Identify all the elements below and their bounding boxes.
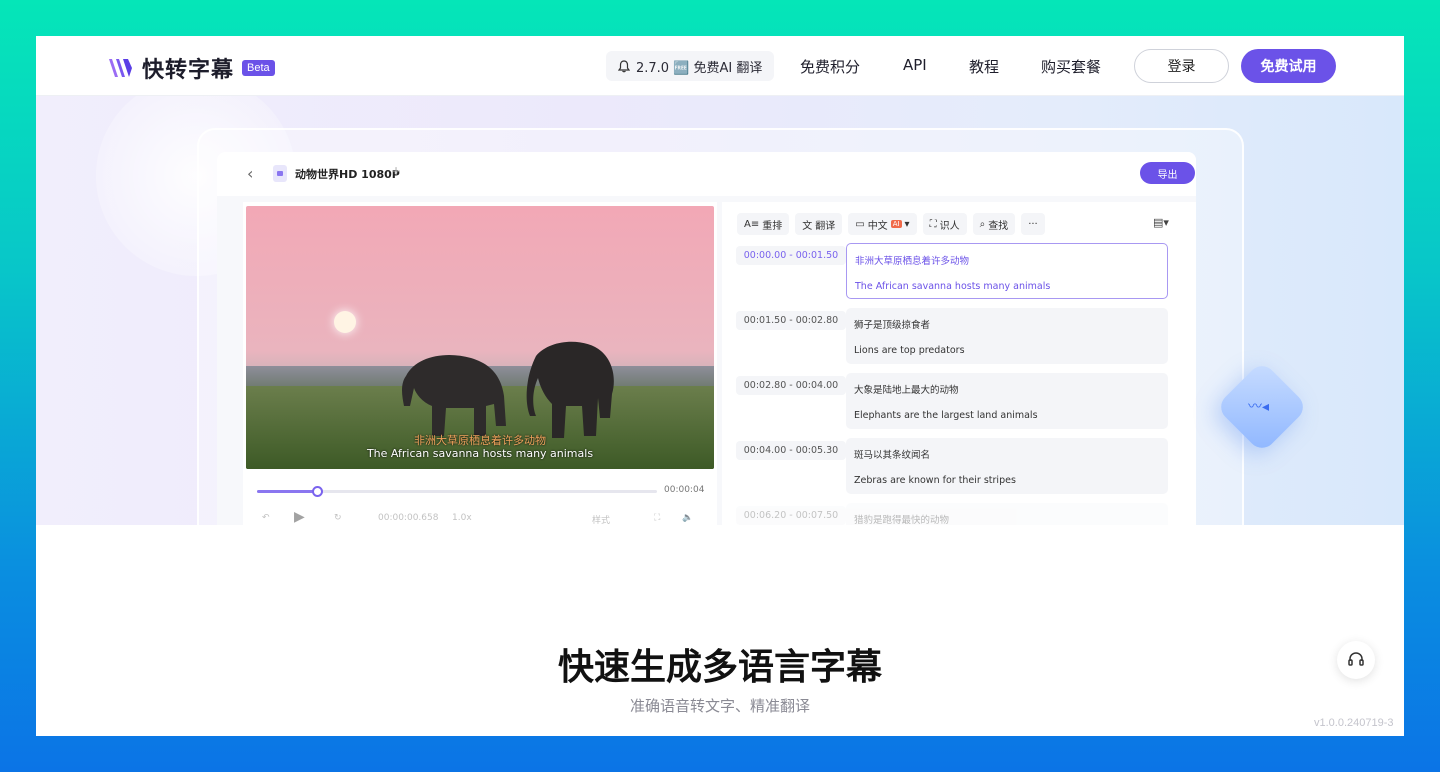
- reflow-icon: A≡: [744, 218, 760, 230]
- speaker-id-label: 识人: [939, 220, 960, 232]
- speed-select[interactable]: 1.0x: [452, 513, 472, 523]
- language-label: 中文: [867, 220, 888, 232]
- nav-link-tutorial[interactable]: 教程: [969, 56, 999, 77]
- translate-icon: 文: [802, 220, 813, 232]
- nav-link-pricing[interactable]: 购买套餐: [1041, 56, 1101, 77]
- release-notice[interactable]: 2.7.0 🆓 免费AI 翻译: [606, 51, 775, 81]
- translate-button[interactable]: 文翻译: [795, 213, 843, 235]
- play-icon[interactable]: ▶: [294, 509, 305, 525]
- segment-text[interactable]: 狮子是顶级掠食者 Lions are top predators: [846, 308, 1168, 364]
- nav-link-api[interactable]: API: [903, 56, 927, 74]
- undo-icon[interactable]: ↶: [262, 513, 270, 523]
- more-button[interactable]: ···: [1021, 213, 1045, 235]
- top-nav: 快转字幕 Beta 2.7.0 🆓 免费AI 翻译 免费积分 API 教程 购买…: [36, 36, 1404, 96]
- brand-name: 快转字幕: [142, 58, 235, 83]
- progress-knob[interactable]: [312, 486, 323, 497]
- fullscreen-icon[interactable]: ⛶: [654, 513, 660, 523]
- subtitle-icon: ▭: [855, 218, 865, 230]
- segment-cn: 大象是陆地上最大的动物: [854, 385, 959, 396]
- redo-icon[interactable]: ↻: [334, 513, 342, 523]
- wave-icon: 〰◂: [1248, 399, 1270, 415]
- release-text: 2.7.0 🆓 免费AI 翻译: [636, 60, 763, 76]
- beta-badge: Beta: [242, 60, 275, 76]
- headset-icon: [1348, 652, 1364, 666]
- subtitle-toolbar: A≡ 重排 文翻译 ▭ 中文 AI ▾ ⛶ 识人 ⌕ 查找 ···: [737, 213, 1045, 235]
- segment-cn: 狮子是顶级掠食者: [854, 320, 931, 331]
- search-button[interactable]: ⌕ 查找: [972, 213, 1016, 235]
- back-icon[interactable]: ‹: [247, 164, 253, 183]
- translate-label: 翻译: [815, 220, 836, 232]
- login-button[interactable]: 登录: [1134, 49, 1229, 83]
- video-subtitle-en: The African savanna hosts many animals: [366, 447, 594, 460]
- segment-time[interactable]: 00:04.00 - 00:05.30: [736, 441, 846, 460]
- segment-time[interactable]: 00:06.20 - 00:07.50: [736, 506, 846, 525]
- search-label: 查找: [988, 220, 1009, 232]
- segment-en: Zebras are known for their stripes: [854, 475, 1016, 486]
- page-headline: 快速生成多语言字幕: [557, 647, 882, 688]
- video-total-time: 00:00:04: [664, 485, 705, 495]
- reflow-label: 重排: [762, 220, 783, 232]
- free-trial-button[interactable]: 免费试用: [1241, 49, 1336, 83]
- segment-text[interactable]: 大象是陆地上最大的动物 Elephants are the largest la…: [846, 373, 1168, 429]
- page-subline: 准确语音转文字、精准翻译: [629, 697, 810, 715]
- segment-cn: 猎豹是跑得最快的动物: [854, 515, 950, 525]
- version-label: v1.0.0.240719-3: [1314, 717, 1394, 729]
- bell-icon: [618, 59, 630, 72]
- plus-icon[interactable]: +: [391, 164, 401, 178]
- style-button[interactable]: 样式: [592, 513, 610, 525]
- more-icon: ···: [1028, 218, 1038, 230]
- current-time: 00:00:00.658: [378, 513, 439, 523]
- video-subtitle-cn: 非洲大草原栖息着许多动物: [414, 434, 546, 447]
- file-title: 动物世界HD 1080P: [295, 168, 400, 181]
- video-file-icon: [273, 165, 287, 182]
- segment-en: The African savanna hosts many animals: [855, 281, 1051, 292]
- segment-cn: 斑马以其条纹闻名: [854, 450, 931, 461]
- segment-text[interactable]: 非洲大草原栖息着许多动物 The African savanna hosts m…: [846, 243, 1168, 299]
- chevron-down-icon: ▾: [904, 218, 910, 230]
- speaker-id-icon: ⛶: [929, 218, 937, 230]
- export-button[interactable]: 导出: [1140, 162, 1195, 184]
- app-frame: 快转字幕 Beta 2.7.0 🆓 免费AI 翻译 免费积分 API 教程 购买…: [36, 36, 1404, 736]
- player-controls: ↶ ▶ ↻ 00:00:00.658 1.0x 样式 ⛶ 🔈: [262, 509, 712, 525]
- customer-support-button[interactable]: [1337, 641, 1375, 679]
- segment-time[interactable]: 00:00.00 - 00:01.50: [736, 246, 846, 265]
- volume-icon[interactable]: 🔈: [682, 513, 693, 523]
- sun-image: [334, 311, 356, 333]
- progress-fill: [257, 490, 317, 493]
- speaker-id-button[interactable]: ⛶ 识人: [922, 213, 967, 235]
- language-select[interactable]: ▭ 中文 AI ▾: [848, 213, 917, 235]
- reflow-button[interactable]: A≡ 重排: [737, 213, 790, 235]
- segment-en: Elephants are the largest land animals: [854, 410, 1038, 421]
- logo[interactable]: 快转字幕 Beta: [108, 52, 275, 84]
- segment-text[interactable]: 猎豹是跑得最快的动物: [846, 503, 1168, 525]
- view-mode-icon[interactable]: ▤▾: [1153, 216, 1169, 229]
- search-icon: ⌕: [979, 218, 986, 230]
- segment-text[interactable]: 斑马以其条纹闻名 Zebras are known for their stri…: [846, 438, 1168, 494]
- segment-cn: 非洲大草原栖息着许多动物: [855, 256, 970, 267]
- editor-header: ‹ 动物世界HD 1080P + 导出: [217, 152, 1196, 196]
- hero-section: ‹ 动物世界HD 1080P + 导出 非洲大草原栖息着许多动物 The Afr…: [36, 96, 1404, 525]
- logo-icon: [109, 59, 132, 77]
- segment-en: Lions are top predators: [854, 345, 965, 356]
- ai-badge: AI: [890, 220, 902, 228]
- segment-time[interactable]: 00:02.80 - 00:04.00: [736, 376, 846, 395]
- segment-time[interactable]: 00:01.50 - 00:02.80: [736, 311, 846, 330]
- video-player[interactable]: 非洲大草原栖息着许多动物 The African savanna hosts m…: [246, 206, 714, 469]
- nav-link-free-credits[interactable]: 免费积分: [800, 56, 860, 77]
- video-progress[interactable]: [257, 486, 657, 497]
